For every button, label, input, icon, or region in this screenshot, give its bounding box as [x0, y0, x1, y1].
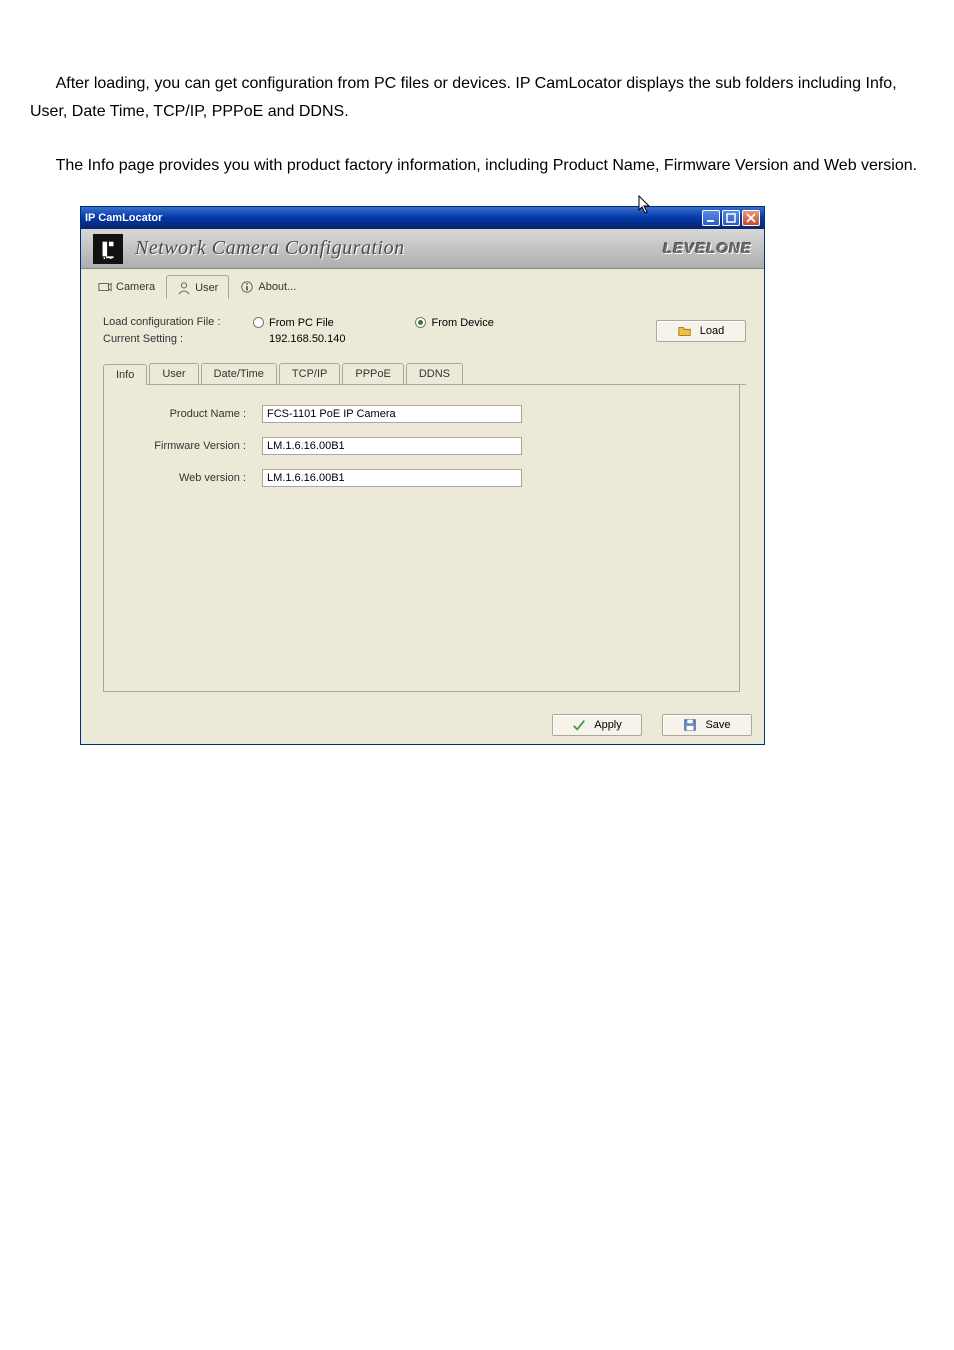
- outer-tab-user-label: User: [195, 282, 218, 294]
- load-button[interactable]: Load: [656, 320, 746, 342]
- save-button[interactable]: Save: [662, 714, 752, 736]
- inner-tab-user[interactable]: User: [149, 363, 198, 384]
- doc-paragraph-1: After loading, you can get configuration…: [30, 70, 924, 126]
- header-band: Network Camera Configuration LEVELONE: [81, 229, 764, 269]
- info-panel: Product Name : FCS-1101 PoE IP Camera Fi…: [103, 385, 740, 692]
- app-window: IP CamLocator Network Camera Configurati…: [80, 206, 765, 745]
- user-icon: [177, 281, 191, 295]
- window-title: IP CamLocator: [85, 212, 702, 224]
- outer-tab-about-label: About...: [258, 281, 296, 293]
- radio-icon: [253, 317, 264, 328]
- load-config-row: Load configuration File : Current Settin…: [99, 308, 746, 349]
- outer-tab-camera[interactable]: Camera: [87, 275, 166, 299]
- from-device-label: From Device: [431, 317, 493, 329]
- inner-tab-tcpip[interactable]: TCP/IP: [279, 363, 340, 384]
- current-ip-value: 192.168.50.140: [269, 333, 345, 345]
- close-button[interactable]: [742, 210, 760, 226]
- window-controls: [702, 210, 760, 226]
- product-name-field[interactable]: FCS-1101 PoE IP Camera: [262, 405, 522, 423]
- from-pc-radio[interactable]: From PC File: [253, 317, 345, 329]
- checkmark-icon: [572, 718, 586, 732]
- outer-tab-strip: Camera User About...: [81, 275, 764, 299]
- from-pc-label: From PC File: [269, 317, 334, 329]
- apply-button[interactable]: Apply: [552, 714, 642, 736]
- load-button-label: Load: [700, 325, 724, 337]
- outer-tab-about[interactable]: About...: [229, 275, 307, 299]
- web-version-label: Web version :: [122, 472, 262, 484]
- brand-logo-icon: [93, 234, 123, 264]
- cursor-icon: [638, 195, 654, 217]
- outer-tab-camera-label: Camera: [116, 281, 155, 293]
- product-name-label: Product Name :: [122, 408, 262, 420]
- outer-tab-body: Load configuration File : Current Settin…: [87, 298, 758, 702]
- title-bar: IP CamLocator: [81, 207, 764, 229]
- save-button-label: Save: [705, 719, 730, 731]
- firmware-version-label: Firmware Version :: [122, 440, 262, 452]
- footer-row: Apply Save: [81, 708, 764, 744]
- outer-tab-user[interactable]: User: [166, 275, 229, 299]
- load-config-labels: Load configuration File : Current Settin…: [103, 314, 253, 347]
- folder-open-icon: [678, 324, 692, 338]
- radio-icon: [415, 317, 426, 328]
- band-title: Network Camera Configuration: [135, 237, 405, 260]
- camera-icon: [98, 280, 112, 294]
- load-file-label: Load configuration File :: [103, 314, 253, 331]
- inner-tab-strip: Info User Date/Time TCP/IP PPPoE DDNS: [103, 363, 746, 385]
- info-icon: [240, 280, 254, 294]
- inner-tab-ddns[interactable]: DDNS: [406, 363, 463, 384]
- inner-tab-pppoe[interactable]: PPPoE: [342, 363, 403, 384]
- current-setting-label: Current Setting :: [103, 331, 253, 348]
- inner-tab-info[interactable]: Info: [103, 364, 147, 385]
- doc-paragraph-2: The Info page provides you with product …: [30, 152, 924, 180]
- maximize-button[interactable]: [722, 210, 740, 226]
- web-version-field[interactable]: LM.1.6.16.00B1: [262, 469, 522, 487]
- inner-tab-datetime[interactable]: Date/Time: [201, 363, 277, 384]
- apply-button-label: Apply: [594, 719, 622, 731]
- from-device-radio[interactable]: From Device: [415, 317, 493, 329]
- minimize-button[interactable]: [702, 210, 720, 226]
- save-icon: [683, 718, 697, 732]
- firmware-version-field[interactable]: LM.1.6.16.00B1: [262, 437, 522, 455]
- brand-text: LEVELONE: [663, 240, 752, 257]
